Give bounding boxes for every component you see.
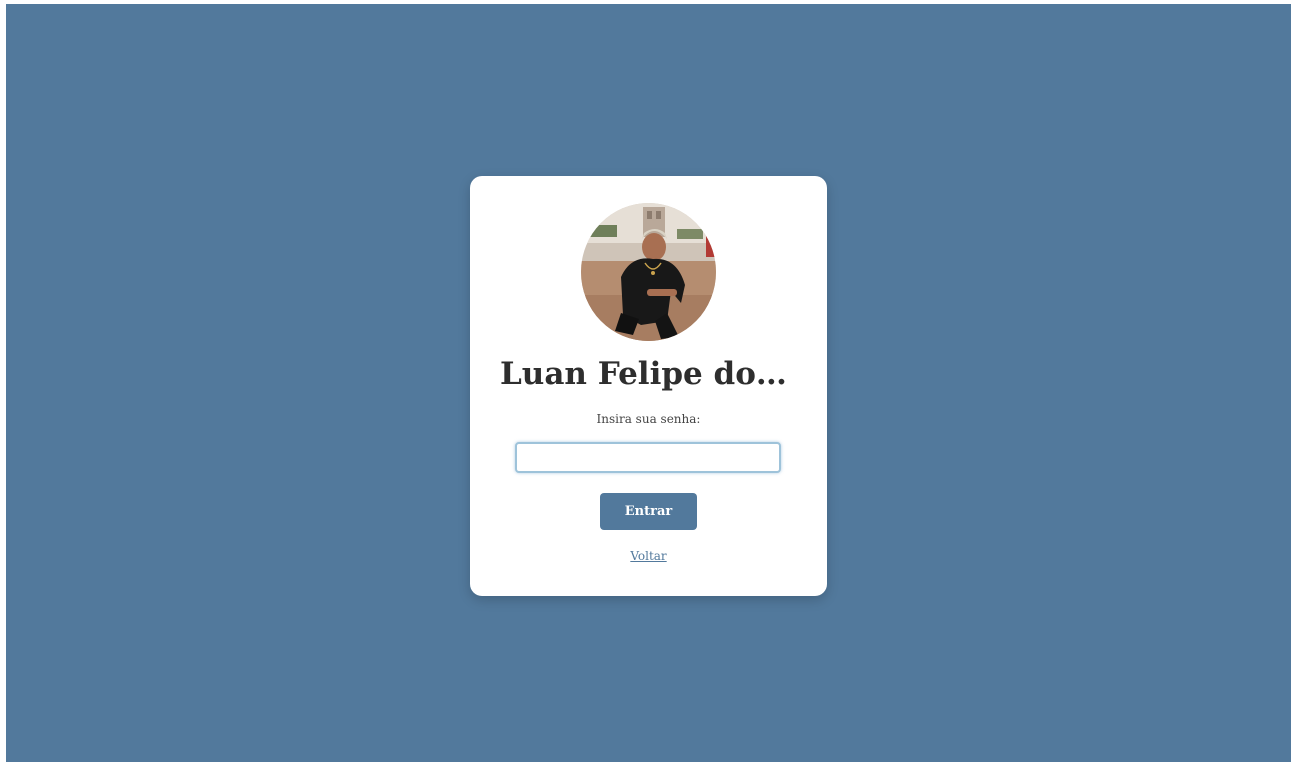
avatar-photo xyxy=(581,203,716,341)
back-link[interactable]: Voltar xyxy=(470,548,827,564)
profile-name: Luan Felipe dos S... xyxy=(500,356,827,392)
page-background: Luan Felipe dos S... Insira sua senha: E… xyxy=(6,4,1291,762)
login-card: Luan Felipe dos S... Insira sua senha: E… xyxy=(470,176,827,596)
profile-avatar xyxy=(581,203,716,341)
password-label: Insira sua senha: xyxy=(596,412,701,426)
password-input[interactable] xyxy=(515,442,781,473)
enter-button[interactable]: Entrar xyxy=(600,493,697,530)
